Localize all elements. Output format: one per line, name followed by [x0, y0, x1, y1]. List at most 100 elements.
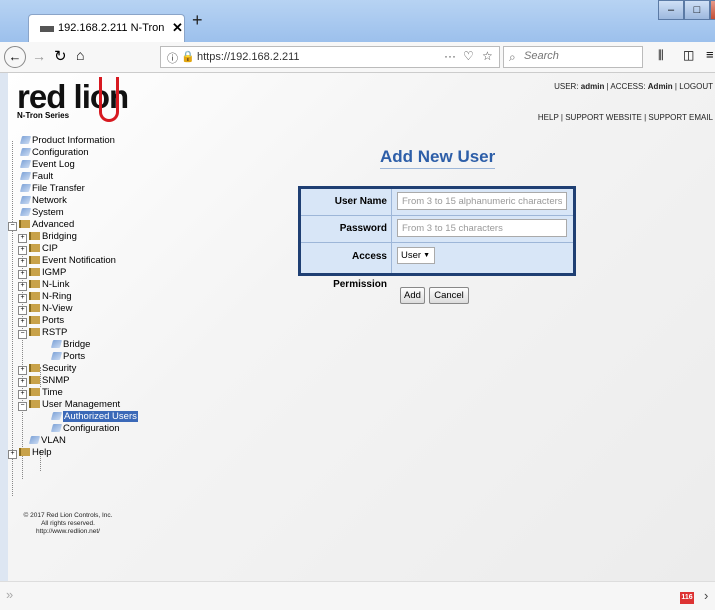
- access-permission-value: User: [401, 250, 422, 261]
- address-bar[interactable]: ⓘ 🔒 https://192.168.2.211 ··· ♡ ☆: [160, 46, 500, 68]
- tree-item-time[interactable]: + Time: [18, 387, 63, 399]
- back-icon[interactable]: ←: [4, 46, 26, 68]
- expand-icon[interactable]: +: [18, 258, 27, 267]
- page-left-edge: [0, 73, 8, 581]
- info-icon[interactable]: ⓘ: [167, 50, 178, 66]
- tree-item-event-notification[interactable]: + Event Notification: [18, 255, 116, 267]
- favicon-icon: [40, 26, 54, 32]
- tree-item-security[interactable]: + Security: [18, 363, 76, 375]
- close-window-button[interactable]: [710, 0, 715, 20]
- logout-link[interactable]: LOGOUT: [679, 82, 713, 91]
- expand-icon[interactable]: +: [18, 270, 27, 279]
- bookmark-star-icon[interactable]: ☆: [482, 49, 493, 63]
- collapse-icon[interactable]: −: [18, 402, 27, 411]
- access-level: Admin: [647, 82, 673, 91]
- copyright-link[interactable]: http://www.redlion.net/: [8, 528, 128, 536]
- tree-item-configuration[interactable]: Configuration: [19, 147, 89, 159]
- expand-icon[interactable]: +: [18, 282, 27, 291]
- folder-icon: [29, 256, 40, 264]
- page-icon: [19, 160, 32, 168]
- expand-icon[interactable]: +: [18, 246, 27, 255]
- separator: |: [560, 113, 563, 122]
- support-website-link[interactable]: SUPPORT WEBSITE: [565, 113, 642, 122]
- forward-icon[interactable]: →: [32, 48, 46, 64]
- page-icon: [19, 208, 32, 216]
- chevron-right-icon[interactable]: ›: [704, 588, 708, 603]
- browser-tab[interactable]: 192.168.2.211 N-Tron Series 6b ✕: [28, 14, 185, 42]
- expand-icon[interactable]: +: [18, 318, 27, 327]
- username-label: User Name: [301, 189, 392, 215]
- red-lion-logo[interactable]: red lion N-Tron Series: [17, 77, 129, 122]
- add-button[interactable]: Add: [400, 287, 425, 304]
- tree-item-product-information[interactable]: Product Information: [19, 135, 115, 147]
- tree-item-igmp[interactable]: + IGMP: [18, 267, 66, 279]
- tree-item-help[interactable]: + Help: [8, 447, 52, 459]
- maximize-button[interactable]: □: [684, 0, 710, 20]
- copyright: © 2017 Red Lion Controls, Inc. All right…: [8, 512, 128, 536]
- page-icon: [50, 412, 63, 420]
- tree-item-um-configuration[interactable]: Configuration: [50, 423, 120, 435]
- expand-icon[interactable]: +: [8, 450, 17, 459]
- search-input[interactable]: [522, 49, 636, 63]
- tree-item-n-view[interactable]: + N-View: [18, 303, 72, 315]
- tree-item-user-management[interactable]: − User Management: [18, 399, 120, 411]
- help-links: HELP | SUPPORT WEBSITE | SUPPORT EMAIL: [538, 113, 713, 122]
- menu-icon[interactable]: ≡: [706, 47, 714, 62]
- tree-item-rstp-bridge[interactable]: Bridge: [50, 339, 90, 351]
- tree-item-fault[interactable]: Fault: [19, 171, 53, 183]
- page-icon: [50, 352, 63, 360]
- tab-close-icon[interactable]: ✕: [172, 20, 183, 36]
- lock-warning-icon[interactable]: 🔒: [181, 50, 195, 63]
- browser-title-bar: 192.168.2.211 N-Tron Series 6b ✕ + – □: [0, 0, 715, 42]
- cancel-button[interactable]: Cancel: [429, 287, 469, 304]
- tree-item-n-link[interactable]: + N-Link: [18, 279, 69, 291]
- folder-icon: [29, 364, 40, 372]
- collapse-icon[interactable]: −: [8, 222, 17, 231]
- expand-icon[interactable]: +: [18, 306, 27, 315]
- search-box[interactable]: ⌕: [503, 46, 643, 68]
- minimize-button[interactable]: –: [658, 0, 684, 20]
- help-link[interactable]: HELP: [538, 113, 559, 122]
- access-permission-select[interactable]: User ▼: [397, 247, 435, 264]
- extension-badge[interactable]: 116: [680, 592, 694, 604]
- home-icon[interactable]: ⌂: [76, 47, 84, 63]
- support-email-link[interactable]: SUPPORT EMAIL: [648, 113, 713, 122]
- reload-icon[interactable]: ↻: [54, 47, 67, 65]
- page-icon: [19, 196, 32, 204]
- sidebar-icon[interactable]: ◫: [683, 48, 694, 62]
- tree-item-cip[interactable]: + CIP: [18, 243, 58, 255]
- tree-item-rstp-ports[interactable]: Ports: [50, 351, 85, 363]
- tree-item-authorized-users[interactable]: Authorized Users: [50, 411, 138, 423]
- expand-icon[interactable]: +: [18, 390, 27, 399]
- tree-item-ports[interactable]: + Ports: [18, 315, 64, 327]
- overflow-chevron-icon[interactable]: »: [6, 587, 13, 602]
- tree-item-advanced[interactable]: − Advanced: [8, 219, 74, 231]
- expand-icon[interactable]: +: [18, 378, 27, 387]
- page-actions-icon[interactable]: ···: [444, 49, 456, 63]
- tree-item-network[interactable]: Network: [19, 195, 67, 207]
- tree-item-snmp[interactable]: + SNMP: [18, 375, 69, 387]
- folder-icon: [29, 376, 40, 384]
- status-bar: » 116 ›: [0, 581, 715, 610]
- expand-icon[interactable]: +: [18, 294, 27, 303]
- password-input[interactable]: [397, 219, 567, 237]
- page-icon: [19, 136, 32, 144]
- expand-icon[interactable]: +: [18, 366, 27, 375]
- tree-item-system[interactable]: System: [19, 207, 64, 219]
- separator: |: [674, 82, 677, 91]
- tree-item-bridging[interactable]: + Bridging: [18, 231, 77, 243]
- new-tab-button[interactable]: +: [192, 10, 203, 31]
- expand-icon[interactable]: +: [18, 234, 27, 243]
- url-text[interactable]: https://192.168.2.211: [197, 51, 300, 63]
- user-label: USER:: [554, 82, 579, 91]
- tree-item-n-ring[interactable]: + N-Ring: [18, 291, 72, 303]
- separator: |: [606, 82, 609, 91]
- tree-item-rstp[interactable]: − RSTP: [18, 327, 67, 339]
- library-icon[interactable]: ⫼: [658, 48, 664, 63]
- tree-item-file-transfer[interactable]: File Transfer: [19, 183, 85, 195]
- username-input[interactable]: [397, 192, 567, 210]
- tree-item-event-log[interactable]: Event Log: [19, 159, 75, 171]
- collapse-icon[interactable]: −: [18, 330, 27, 339]
- pocket-icon[interactable]: ♡: [463, 49, 474, 63]
- tree-item-vlan[interactable]: VLAN: [28, 435, 66, 447]
